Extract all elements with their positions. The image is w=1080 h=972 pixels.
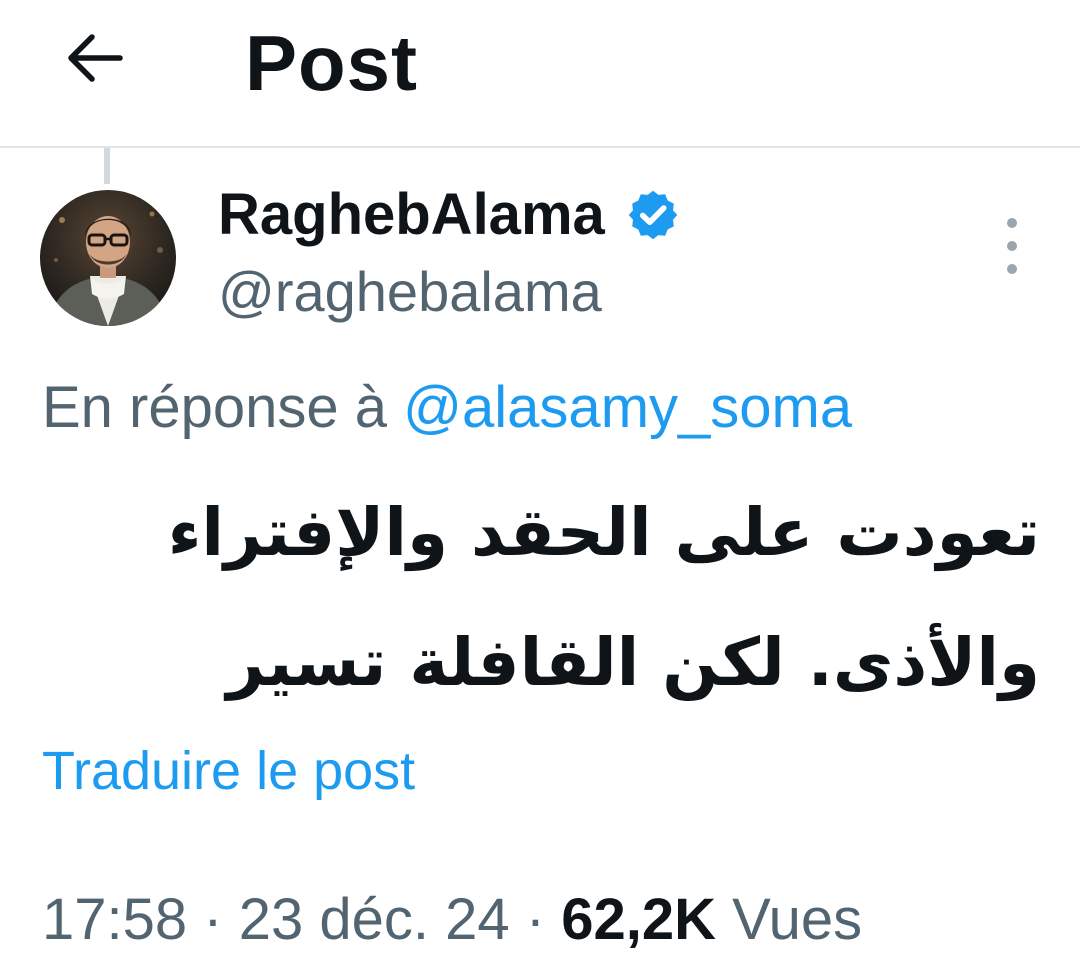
post-metadata: 17:58 · 23 déc. 24 · 62,2K Vues (42, 882, 862, 958)
views-label: Vues (732, 887, 863, 952)
tweet-text-line: تعودت على الحقد والإفتراء (167, 494, 1040, 571)
reply-mention-link[interactable]: @alasamy_soma (403, 375, 852, 440)
arrow-left-icon (68, 34, 123, 82)
vertical-ellipsis-icon (1007, 218, 1017, 228)
avatar-photo (40, 190, 176, 326)
verified-badge-icon (628, 190, 678, 240)
page-title: Post (245, 19, 419, 107)
reply-prefix: En réponse à (42, 375, 388, 440)
tweet-text: تعودت على الحقد والإفتراء والأذى. لكن ال… (167, 468, 1040, 728)
post-date[interactable]: 23 déc. 24 (239, 887, 510, 952)
author-handle[interactable]: @raghebalama (218, 256, 602, 328)
post-time[interactable]: 17:58 (42, 887, 187, 952)
more-options-button[interactable] (990, 218, 1034, 274)
reply-context: En réponse à @alasamy_soma (42, 370, 852, 446)
views-count: 62,2K (561, 887, 716, 952)
separator-dot: · (203, 887, 223, 952)
top-bar: Post (0, 0, 1080, 148)
author-display-name[interactable]: RaghebAlama (218, 178, 605, 252)
back-button[interactable] (58, 22, 130, 94)
avatar[interactable] (40, 190, 176, 326)
tweet-text-line: والأذى. لكن القافلة تسير (226, 624, 1040, 701)
translate-post-link[interactable]: Traduire le post (42, 735, 415, 807)
separator-dot: · (525, 887, 546, 952)
author-name-row: RaghebAlama (218, 178, 681, 252)
thread-connector-line (104, 148, 110, 184)
